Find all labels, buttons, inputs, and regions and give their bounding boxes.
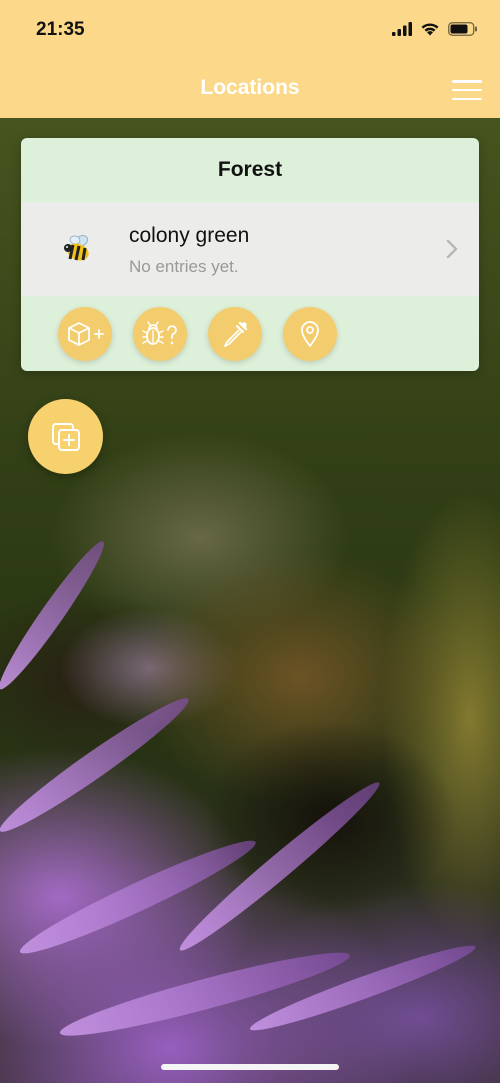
add-copy-button[interactable] (28, 399, 103, 474)
cellular-signal-icon (392, 22, 412, 36)
page-title: Locations (200, 76, 300, 99)
colony-subtitle: No entries yet. (129, 257, 239, 276)
location-pin-button[interactable] (283, 306, 337, 361)
bee-icon (64, 235, 89, 261)
location-pin-icon (301, 320, 319, 347)
bug-question-button[interactable] (133, 306, 187, 361)
hamburger-menu-icon[interactable] (452, 80, 482, 100)
pipette-button[interactable] (208, 306, 262, 361)
chevron-right-icon (446, 239, 458, 259)
nav-bar: Locations (0, 60, 500, 118)
add-copy-icon (51, 422, 80, 451)
location-title: Forest (217, 158, 283, 181)
status-icons (392, 22, 478, 36)
status-time: 21:35 (36, 19, 85, 40)
status-bar: 21:35 (0, 0, 500, 60)
location-actions (21, 296, 479, 371)
add-box-icon (68, 321, 104, 346)
wifi-icon (421, 23, 439, 36)
add-box-button[interactable] (58, 306, 112, 361)
colony-row[interactable]: colony green No entries yet. (21, 202, 479, 296)
colony-name: colony green (129, 224, 250, 247)
home-indicator (161, 1064, 339, 1070)
battery-icon (448, 22, 477, 36)
pipette-icon (224, 321, 248, 347)
bug-question-icon (142, 320, 177, 345)
location-card: Forest colony green No entries yet. (21, 138, 479, 371)
